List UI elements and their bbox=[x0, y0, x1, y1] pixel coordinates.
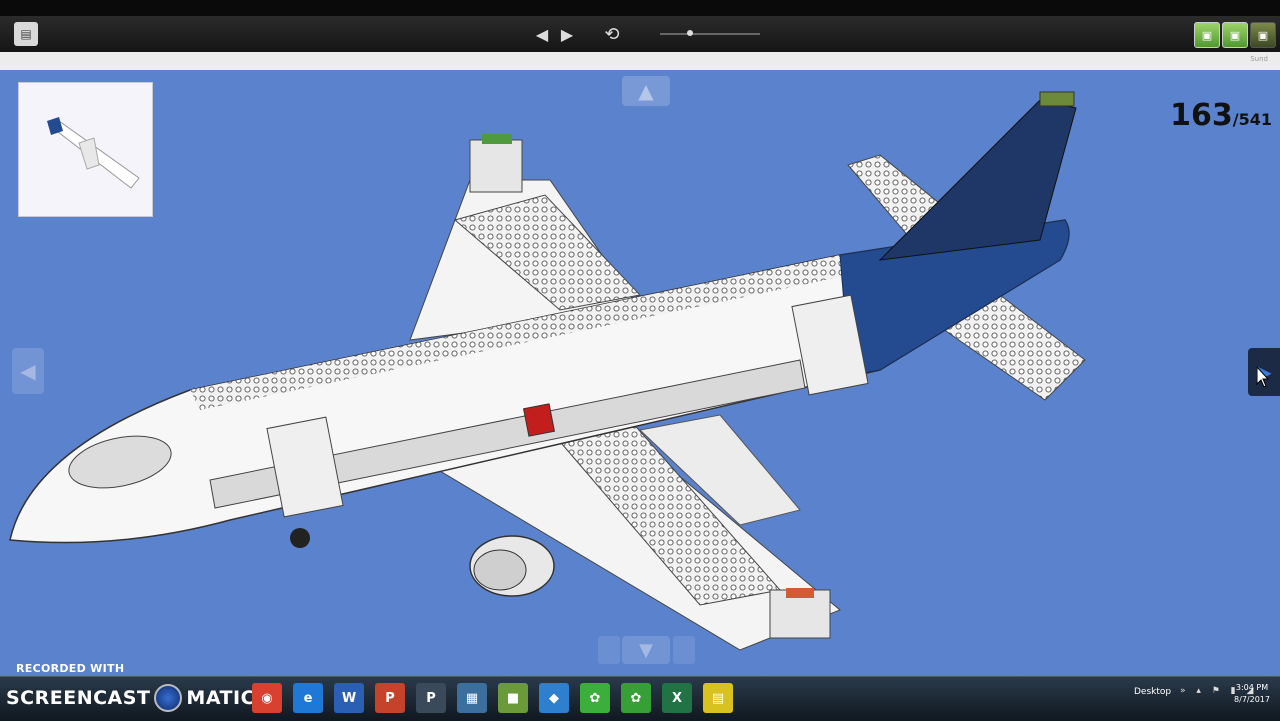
lower-wingtip-red bbox=[786, 588, 814, 598]
next-step-button[interactable]: ▶ bbox=[557, 24, 577, 44]
model-thumbnail[interactable] bbox=[18, 82, 153, 217]
file-explorer-icon[interactable]: ▦ bbox=[457, 683, 487, 713]
logo-right-text: MATIC bbox=[186, 687, 256, 709]
nav-left-button[interactable]: ◀ bbox=[12, 348, 44, 394]
upper-wingtip bbox=[469, 139, 523, 193]
clock-time: 3:04 PM bbox=[1235, 683, 1269, 692]
nav-up-button[interactable]: ▲ bbox=[622, 76, 670, 106]
recorded-with-label: RECORDED WITH bbox=[16, 662, 125, 675]
zoom-slider[interactable] bbox=[660, 30, 760, 36]
logo-left-text: SCREENCAST bbox=[6, 687, 151, 709]
mouse-cursor-icon bbox=[1256, 366, 1270, 388]
step-counter: 163/541 bbox=[1170, 98, 1272, 133]
model-viewport[interactable]: 163/541 ▲ ◀ ▶ ▼ RECORDED WITH bbox=[0, 70, 1280, 676]
current-step: 163 bbox=[1170, 98, 1233, 133]
secondary-bar: Sund bbox=[0, 52, 1280, 71]
lego-brick-icon[interactable]: ▣ bbox=[1222, 22, 1248, 48]
cabin-door-red bbox=[522, 403, 556, 437]
tail-fin-cap bbox=[1039, 91, 1075, 107]
upper-wingtip-green bbox=[482, 134, 512, 144]
lego-brick-dark-icon[interactable]: ▣ bbox=[1250, 22, 1276, 48]
nav-down-left-button[interactable] bbox=[598, 636, 620, 664]
instructions-toolbar: ▤ ◀ ▶ ⟲ ▣ ▣ ▣ bbox=[0, 16, 1280, 53]
document-icon[interactable]: ▤ bbox=[14, 22, 38, 46]
lego-digital-designer-icon[interactable]: ■ bbox=[498, 683, 528, 713]
nav-down-right-button[interactable] bbox=[673, 636, 695, 664]
lego-app-2-icon[interactable]: ✿ bbox=[621, 683, 651, 713]
previous-step-button[interactable]: ◀ bbox=[532, 24, 552, 44]
airplane-thumbnail-icon bbox=[47, 117, 140, 189]
clock[interactable]: 3:04 PM 8/7/2017 bbox=[1232, 682, 1272, 706]
total-steps: /541 bbox=[1232, 110, 1272, 129]
engine-intake bbox=[473, 549, 527, 591]
sticky-icon[interactable]: ▤ bbox=[703, 683, 733, 713]
nose-gear bbox=[290, 528, 310, 548]
zoom-slider-knob[interactable] bbox=[687, 30, 693, 36]
lego-app-icon[interactable]: ✿ bbox=[580, 683, 610, 713]
excel-icon[interactable]: X bbox=[662, 683, 692, 713]
nav-down-button[interactable]: ▼ bbox=[622, 636, 670, 664]
screencastomatic-logo: SCREENCAST MATIC bbox=[6, 682, 255, 714]
word-icon[interactable]: W bbox=[334, 683, 364, 713]
store-icon[interactable]: ◆ bbox=[539, 683, 569, 713]
airplane-model bbox=[9, 91, 1086, 651]
desktop-label[interactable]: Desktop bbox=[1134, 687, 1171, 697]
publisher-icon[interactable]: P bbox=[416, 683, 446, 713]
lego-brick-icon[interactable]: ▣ bbox=[1194, 22, 1220, 48]
powerpoint-icon[interactable]: P bbox=[375, 683, 405, 713]
screen-top-border bbox=[0, 0, 1280, 16]
rotate-view-button[interactable]: ⟲ bbox=[598, 23, 626, 45]
logo-circle-icon bbox=[154, 684, 183, 712]
ie-icon[interactable]: e bbox=[293, 683, 323, 713]
windows-taskbar: SCREENCAST MATIC ◉ e W P P ▦ ■ ◆ ✿ ✿ X ▤ Desktop » … bbox=[0, 676, 1280, 721]
subbar-label: Sund bbox=[1250, 55, 1268, 63]
right-tool-group: ▣ ▣ ▣ bbox=[1194, 22, 1276, 48]
clock-date: 8/7/2017 bbox=[1234, 695, 1270, 704]
chrome-icon[interactable]: ◉ bbox=[252, 683, 282, 713]
